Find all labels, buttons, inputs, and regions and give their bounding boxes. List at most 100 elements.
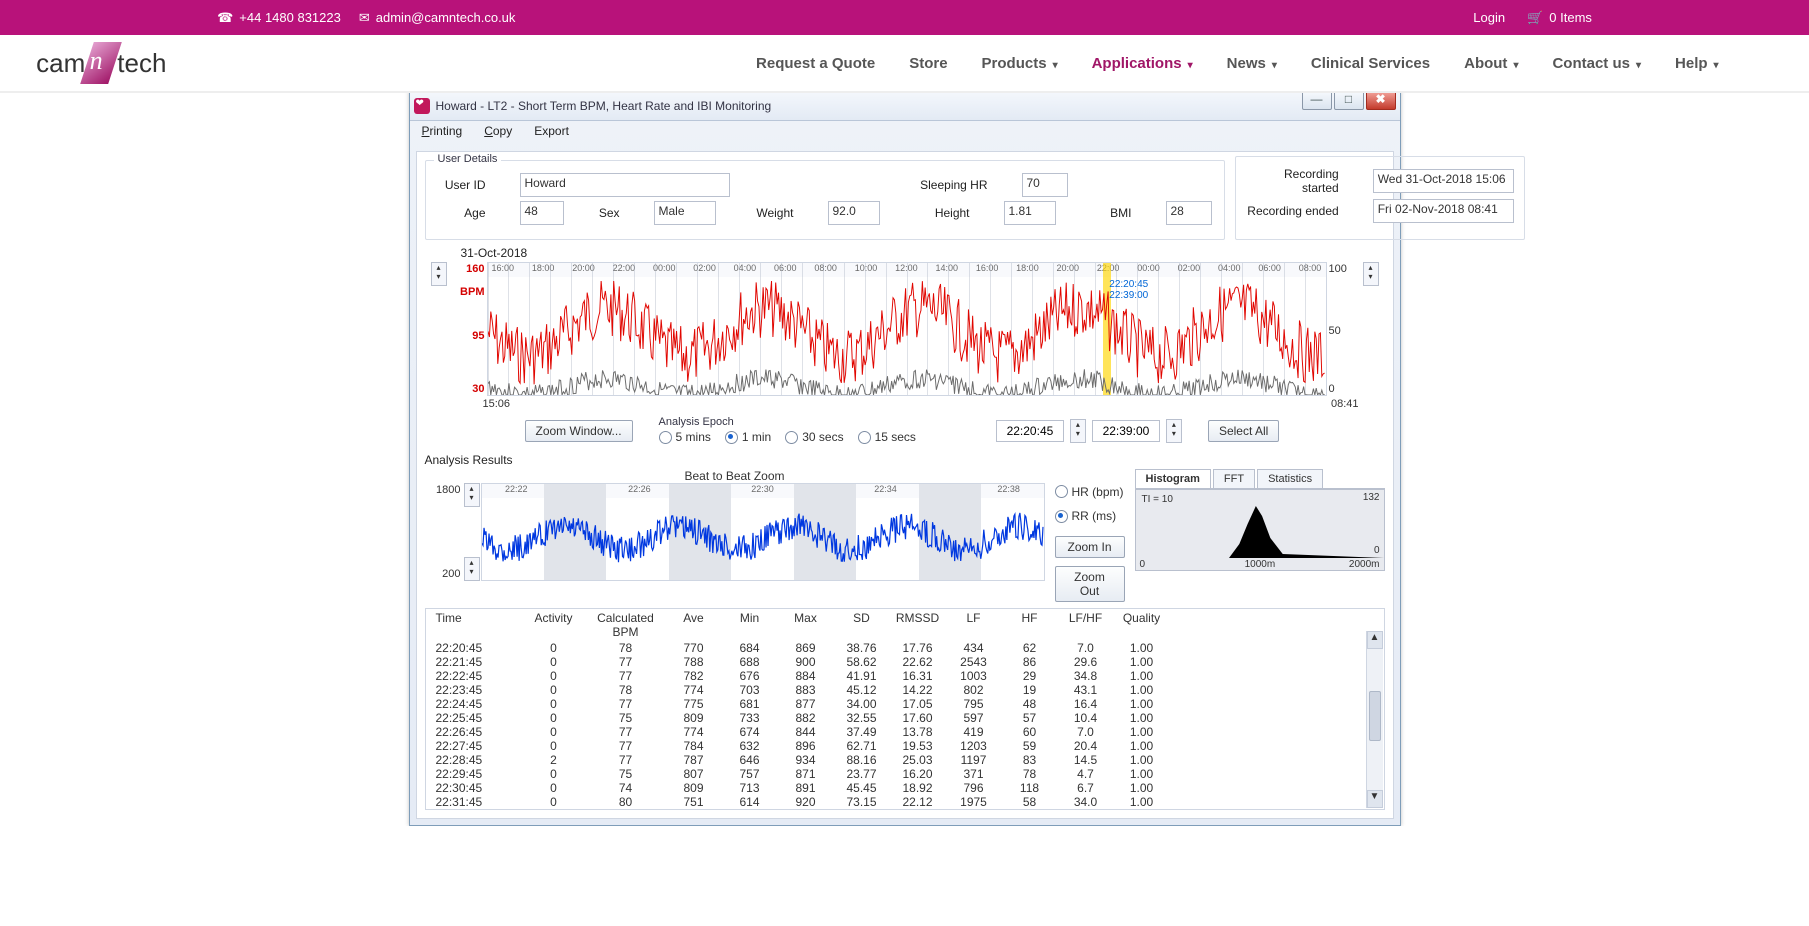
time-to-input[interactable] [1092, 420, 1160, 442]
nav-news[interactable]: News [1227, 55, 1277, 72]
hr-radio[interactable]: HR (bpm) [1055, 485, 1124, 499]
menu-copy[interactable]: Copy [484, 124, 512, 146]
phone-link[interactable]: ☎+44 1480 831223 [217, 10, 341, 26]
login-link[interactable]: Login [1473, 10, 1505, 25]
email-link[interactable]: ✉admin@camntech.co.uk [359, 10, 516, 26]
menubar: Printing Copy Export [410, 121, 1400, 149]
nav-request-a-quote[interactable]: Request a Quote [756, 55, 875, 72]
bmi-label: BMI [1084, 206, 1132, 220]
y-top-spinner[interactable] [431, 262, 447, 286]
time-from-spinner[interactable] [1070, 419, 1086, 443]
hist-ytop: 132 [1363, 492, 1380, 503]
zoom-out-button[interactable]: Zoom Out [1055, 566, 1125, 602]
analysis-legend: Analysis Results [425, 453, 1385, 467]
table-row[interactable]: 22:30:4507480971389145.4518.927961186.71… [426, 781, 1384, 795]
table-row[interactable]: 22:22:4507778267688441.9116.3110032934.8… [426, 669, 1384, 683]
weight-field[interactable]: 92.0 [828, 201, 880, 225]
epoch-radio-15secs[interactable]: 15 secs [858, 430, 916, 444]
table-row[interactable]: 22:21:4507778868890058.6222.6225438629.6… [426, 655, 1384, 669]
epoch-radio-30secs[interactable]: 30 secs [785, 430, 843, 444]
select-all-button[interactable]: Select All [1208, 420, 1279, 442]
nav-applications[interactable]: Applications [1092, 55, 1193, 72]
phone-icon: ☎ [217, 10, 233, 26]
cart-icon: 🛒 [1527, 10, 1543, 26]
tab-histogram[interactable]: Histogram [1135, 469, 1211, 488]
table-row[interactable]: 22:23:4507877470388345.1214.228021943.11… [426, 683, 1384, 697]
tab-statistics[interactable]: Statistics [1257, 469, 1323, 488]
height-field[interactable]: 1.81 [1004, 201, 1056, 225]
sex-label: Sex [592, 206, 620, 220]
table-row[interactable]: 22:20:4507877068486938.7617.76434627.01.… [426, 641, 1384, 655]
scroll-down[interactable]: ▼ [1367, 790, 1383, 808]
zoom-in-button[interactable]: Zoom In [1055, 536, 1125, 558]
bmi-field[interactable]: 28 [1166, 201, 1212, 225]
user-details-group: User Details User ID Howard Sleeping HR … [425, 160, 1225, 240]
overview-chart[interactable]: 16:0018:0020:0022:0000:0002:0004:0006:00… [487, 262, 1327, 396]
y-mid: 95 [455, 330, 485, 342]
y-unit: BPM [455, 286, 485, 298]
beat-chart[interactable]: 22:2222:2422:2622:2822:3022:3222:3422:36… [481, 483, 1045, 581]
logo[interactable]: camtech [36, 42, 166, 84]
nav-contact-us[interactable]: Contact us [1552, 55, 1641, 72]
menu-printing[interactable]: Printing [422, 124, 463, 146]
weight-label: Weight [744, 206, 794, 220]
table-row[interactable]: 22:27:4507778463289662.7119.5312035920.4… [426, 739, 1384, 753]
table-scrollbar[interactable]: ▲ ▼ [1366, 631, 1383, 808]
rec-start-field: Wed 31-Oct-2018 15:06 [1373, 169, 1514, 193]
nav-products[interactable]: Products [982, 55, 1058, 72]
rr-radio[interactable]: RR (ms) [1055, 509, 1117, 523]
mail-icon: ✉ [359, 10, 370, 26]
rec-start-label: Recording started [1246, 167, 1339, 195]
maximize-button[interactable]: □ [1334, 93, 1364, 110]
chevron-down-icon [1636, 55, 1641, 72]
table-row[interactable]: 22:24:4507777568187734.0017.057954816.41… [426, 697, 1384, 711]
time-to-spinner[interactable] [1166, 419, 1182, 443]
minimize-button[interactable]: ― [1302, 93, 1332, 110]
close-button[interactable]: ✖ [1366, 93, 1396, 110]
beat-y-top-spinner[interactable] [464, 483, 480, 507]
user-id-field[interactable]: Howard [520, 173, 730, 197]
y-top: 160 [455, 263, 485, 275]
table-row[interactable]: 22:26:4507777467484437.4913.78419607.01.… [426, 725, 1384, 739]
nav-store[interactable]: Store [909, 55, 947, 72]
x-end: 08:41 [1331, 398, 1359, 410]
epoch-radio-5mins[interactable]: 5 mins [659, 430, 711, 444]
titlebar: Howard - LT2 - Short Term BPM, Heart Rat… [410, 93, 1400, 121]
table-row[interactable]: 22:28:4527778764693488.1625.0311978314.5… [426, 753, 1384, 767]
zoom-window-button[interactable]: Zoom Window... [525, 420, 633, 442]
table-row[interactable]: 22:25:4507580973388232.5517.605975710.41… [426, 711, 1384, 725]
table-row[interactable]: 22:29:4507580775787123.7716.20371784.71.… [426, 767, 1384, 781]
y2-top-spinner[interactable] [1363, 262, 1379, 286]
nav-clinical-services[interactable]: Clinical Services [1311, 55, 1430, 72]
chevron-down-icon [1714, 55, 1719, 72]
scroll-thumb[interactable] [1369, 691, 1381, 741]
scroll-up[interactable]: ▲ [1367, 631, 1383, 649]
epoch-legend: Analysis Epoch [659, 416, 930, 428]
rec-end-field: Fri 02-Nov-2018 08:41 [1373, 199, 1514, 223]
recording-times: Recording started Wed 31-Oct-2018 15:06 … [1235, 156, 1525, 240]
menu-printing-label: rinting [430, 124, 463, 138]
beat-y-axis: 1800 200 [425, 483, 463, 581]
age-label: Age [438, 206, 486, 220]
chevron-down-icon [1188, 55, 1193, 72]
chevron-down-icon [1053, 55, 1058, 72]
window-title: Howard - LT2 - Short Term BPM, Heart Rat… [436, 99, 772, 113]
chart-date: 31-Oct-2018 [461, 246, 1385, 260]
y-axis-right: 100 50 0 [1327, 262, 1357, 396]
beat-y-bot-spinner[interactable] [464, 557, 480, 581]
nav-about[interactable]: About [1464, 55, 1518, 72]
tab-fft[interactable]: FFT [1213, 469, 1255, 488]
menu-export[interactable]: Export [534, 124, 569, 146]
time-from-input[interactable] [996, 420, 1064, 442]
age-field[interactable]: 48 [520, 201, 564, 225]
epoch-radio-1min[interactable]: 1 min [725, 430, 771, 444]
table-row[interactable]: 22:31:4508075161492073.1522.1219755834.0… [426, 795, 1384, 809]
chevron-down-icon [1272, 55, 1277, 72]
height-label: Height [908, 206, 970, 220]
beat-zoom-title: Beat to Beat Zoom [425, 469, 1045, 483]
nav-help[interactable]: Help [1675, 55, 1719, 72]
cart-link[interactable]: 🛒0 Items [1527, 10, 1592, 26]
sleeping-hr-field[interactable]: 70 [1022, 173, 1068, 197]
topbar: ☎+44 1480 831223 ✉admin@camntech.co.uk L… [0, 0, 1809, 35]
sex-field[interactable]: Male [654, 201, 716, 225]
